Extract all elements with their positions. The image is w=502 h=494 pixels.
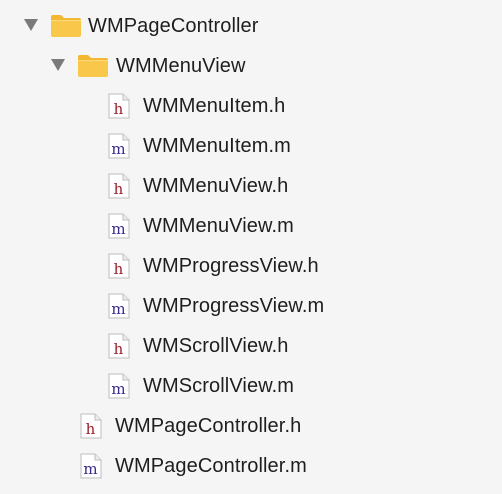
- svg-text:h: h: [114, 100, 124, 118]
- file-row[interactable]: h WMPageController.h: [0, 406, 502, 446]
- file-label: WMScrollView.h: [143, 335, 289, 357]
- implementation-file-icon: m: [108, 133, 130, 159]
- implementation-file-icon: m: [108, 213, 130, 239]
- implementation-file-icon: m: [108, 373, 130, 399]
- disclosure-triangle-icon[interactable]: [24, 19, 38, 31]
- file-label: WMMenuView.m: [143, 215, 294, 237]
- svg-text:h: h: [114, 180, 124, 198]
- file-label: WMPageController.m: [115, 455, 307, 477]
- svg-text:m: m: [111, 140, 125, 158]
- header-file-icon: h: [108, 93, 130, 119]
- folder-row-menuview[interactable]: WMMenuView: [0, 46, 502, 86]
- file-row[interactable]: h WMProgressView.h: [0, 246, 502, 286]
- file-row[interactable]: m WMProgressView.m: [0, 286, 502, 326]
- svg-text:m: m: [111, 220, 125, 238]
- folder-label: WMMenuView: [116, 55, 246, 77]
- folder-label: WMPageController: [88, 15, 259, 37]
- folder-row-root[interactable]: WMPageController: [0, 6, 502, 46]
- file-label: WMMenuItem.m: [143, 135, 291, 157]
- svg-text:m: m: [111, 380, 125, 398]
- svg-text:h: h: [114, 340, 124, 358]
- file-navigator: WMPageController WMMenuView h WMMenuItem…: [0, 0, 502, 494]
- file-row[interactable]: m WMPageController.m: [0, 446, 502, 486]
- header-file-icon: h: [108, 253, 130, 279]
- file-row[interactable]: h WMMenuItem.h: [0, 86, 502, 126]
- file-row[interactable]: m WMScrollView.m: [0, 366, 502, 406]
- file-row[interactable]: m WMMenuView.m: [0, 206, 502, 246]
- header-file-icon: h: [108, 173, 130, 199]
- header-file-icon: h: [108, 333, 130, 359]
- file-label: WMMenuView.h: [143, 175, 289, 197]
- file-row[interactable]: h WMScrollView.h: [0, 326, 502, 366]
- file-label: WMProgressView.m: [143, 295, 325, 317]
- folder-icon: [78, 55, 108, 77]
- disclosure-triangle-icon[interactable]: [51, 59, 65, 71]
- svg-text:m: m: [83, 460, 97, 478]
- folder-icon: [51, 15, 81, 37]
- file-row[interactable]: h WMMenuView.h: [0, 166, 502, 206]
- svg-text:h: h: [114, 260, 124, 278]
- header-file-icon: h: [80, 413, 102, 439]
- implementation-file-icon: m: [80, 453, 102, 479]
- file-label: WMProgressView.h: [143, 255, 319, 277]
- svg-text:h: h: [86, 420, 96, 438]
- implementation-file-icon: m: [108, 293, 130, 319]
- file-label: WMMenuItem.h: [143, 95, 286, 117]
- file-label: WMPageController.h: [115, 415, 302, 437]
- svg-text:m: m: [111, 300, 125, 318]
- file-label: WMScrollView.m: [143, 375, 295, 397]
- file-row[interactable]: m WMMenuItem.m: [0, 126, 502, 166]
